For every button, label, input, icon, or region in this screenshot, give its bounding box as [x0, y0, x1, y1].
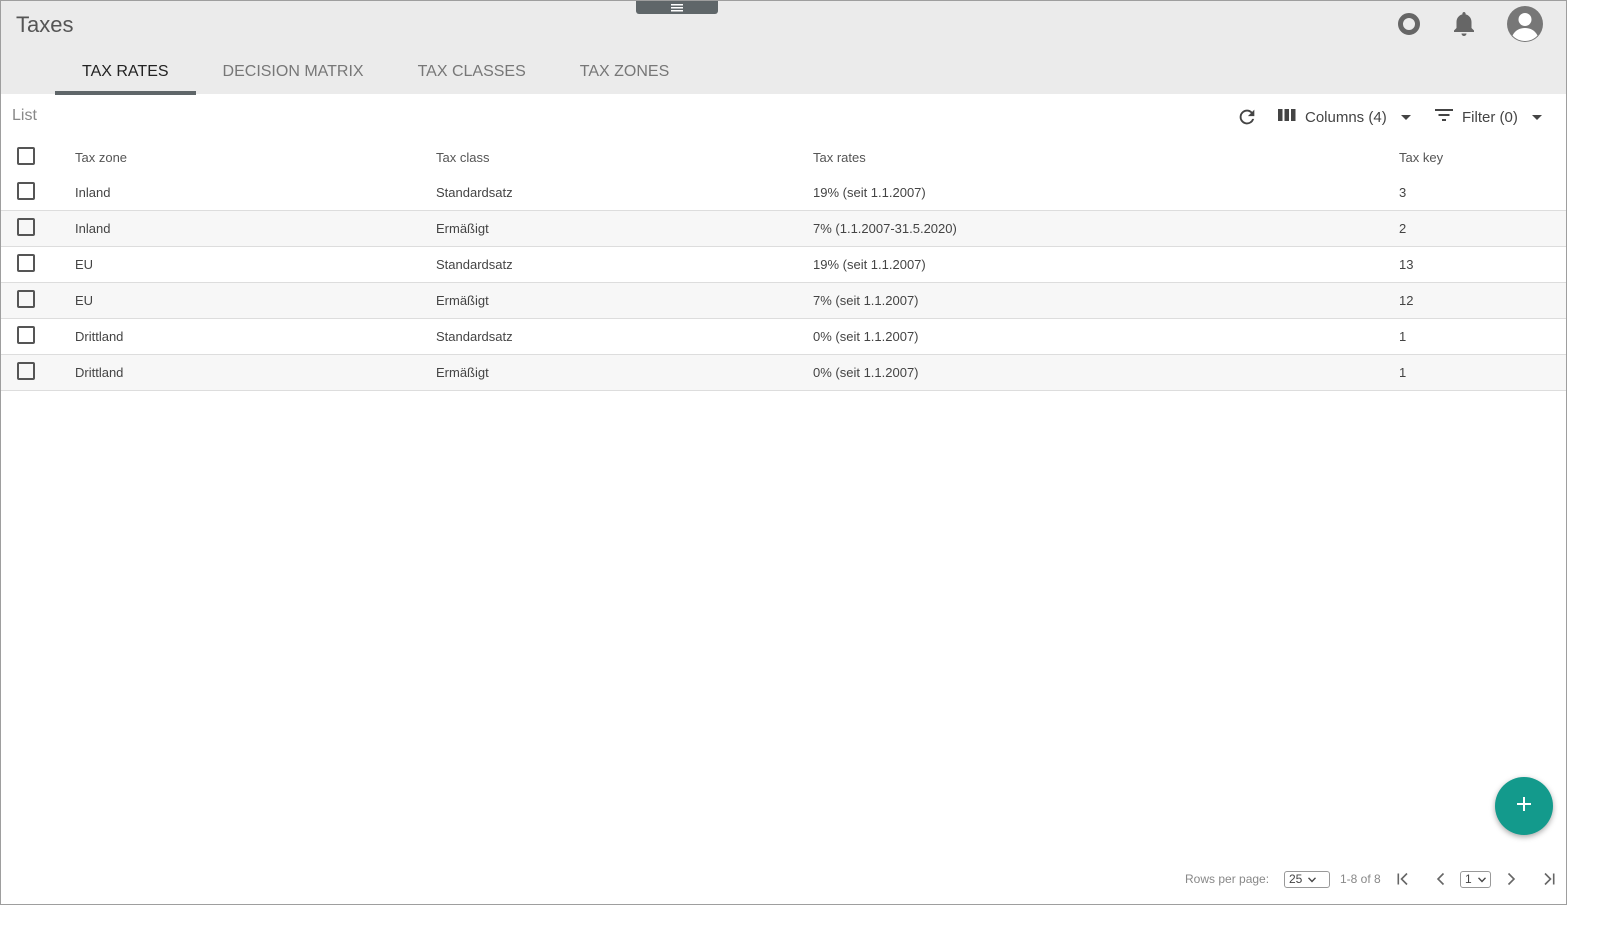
- chevron-down-icon: [1308, 872, 1317, 886]
- cell-tax-class: Ermäßigt: [436, 210, 813, 247]
- cell-tax-zone: Drittland: [75, 318, 436, 355]
- status-circle-icon[interactable]: [1394, 9, 1424, 39]
- column-header-tax-key[interactable]: Tax key: [1399, 139, 1566, 175]
- tab-tax-zones[interactable]: TAX ZONES: [553, 53, 697, 95]
- cell-tax-zone: EU: [75, 246, 436, 283]
- filter-label: Filter (0): [1462, 108, 1518, 126]
- plus-icon: [1515, 795, 1533, 818]
- cell-tax-zone: Inland: [75, 210, 436, 247]
- table-row[interactable]: Drittland Ermäßigt 0% (seit 1.1.2007) 1: [1, 354, 1566, 391]
- tax-rates-table: Tax zone Tax class Tax rates Tax key Inl…: [1, 139, 1566, 391]
- tab-decision-matrix[interactable]: DECISION MATRIX: [196, 53, 391, 95]
- next-page-icon[interactable]: [1503, 870, 1519, 888]
- select-all-checkbox[interactable]: [17, 146, 35, 165]
- cell-tax-key: 12: [1399, 282, 1566, 319]
- filter-button[interactable]: Filter (0): [1434, 104, 1542, 130]
- menu-handle[interactable]: [636, 1, 718, 14]
- cell-tax-rates: 0% (seit 1.1.2007): [813, 318, 1399, 355]
- cell-tax-key: 1: [1399, 318, 1566, 355]
- table-row[interactable]: Inland Standardsatz 19% (seit 1.1.2007) …: [1, 175, 1566, 211]
- cell-tax-class: Ermäßigt: [436, 282, 813, 319]
- row-checkbox[interactable]: [17, 182, 35, 200]
- top-bar: Taxes TAX RATES DECISION MATRIX TAX CLAS…: [1, 1, 1566, 95]
- row-checkbox[interactable]: [17, 254, 35, 272]
- column-header-tax-rates[interactable]: Tax rates: [813, 139, 1399, 175]
- column-header-tax-zone[interactable]: Tax zone: [75, 139, 436, 175]
- chevron-down-icon: [1531, 114, 1542, 120]
- cell-tax-key: 13: [1399, 246, 1566, 283]
- bell-icon[interactable]: [1449, 9, 1479, 39]
- cell-tax-zone: Inland: [75, 175, 436, 211]
- cell-tax-rates: 19% (seit 1.1.2007): [813, 246, 1399, 283]
- cell-tax-class: Standardsatz: [436, 175, 813, 211]
- refresh-icon[interactable]: [1236, 104, 1258, 130]
- last-page-icon[interactable]: [1541, 870, 1557, 888]
- page-title: Taxes: [16, 12, 74, 37]
- app-frame: [0, 0, 1567, 905]
- cell-tax-zone: EU: [75, 282, 436, 319]
- table-row[interactable]: Drittland Standardsatz 0% (seit 1.1.2007…: [1, 318, 1566, 355]
- cell-tax-key: 1: [1399, 354, 1566, 391]
- chevron-down-icon: [1477, 872, 1486, 886]
- add-button[interactable]: [1495, 777, 1553, 835]
- avatar-icon[interactable]: [1506, 5, 1544, 43]
- cell-tax-rates: 0% (seit 1.1.2007): [813, 354, 1399, 391]
- cell-tax-class: Standardsatz: [436, 246, 813, 283]
- columns-button[interactable]: Columns (4): [1277, 104, 1411, 130]
- rows-per-page-label: Rows per page:: [1185, 872, 1270, 886]
- table-header-row: Tax zone Tax class Tax rates Tax key: [1, 139, 1566, 175]
- tab-bar: TAX RATES DECISION MATRIX TAX CLASSES TA…: [55, 53, 696, 95]
- cell-tax-rates: 19% (seit 1.1.2007): [813, 175, 1399, 211]
- list-label: List: [12, 107, 37, 124]
- tab-tax-classes[interactable]: TAX CLASSES: [391, 53, 553, 95]
- table-row[interactable]: EU Ermäßigt 7% (seit 1.1.2007) 12: [1, 282, 1566, 319]
- row-checkbox[interactable]: [17, 362, 35, 380]
- page-select[interactable]: 1: [1460, 869, 1491, 889]
- row-checkbox[interactable]: [17, 218, 35, 236]
- cell-tax-class: Standardsatz: [436, 318, 813, 355]
- chevron-down-icon: [1400, 114, 1411, 120]
- cell-tax-rates: 7% (1.1.2007-31.5.2020): [813, 210, 1399, 247]
- tab-tax-rates[interactable]: TAX RATES: [55, 53, 196, 95]
- cell-tax-key: 3: [1399, 175, 1566, 211]
- column-header-tax-class[interactable]: Tax class: [436, 139, 813, 175]
- row-checkbox[interactable]: [17, 290, 35, 308]
- previous-page-icon[interactable]: [1433, 870, 1449, 888]
- columns-icon: [1277, 107, 1297, 127]
- table-row[interactable]: EU Standardsatz 19% (seit 1.1.2007) 13: [1, 246, 1566, 283]
- row-checkbox[interactable]: [17, 326, 35, 344]
- columns-label: Columns (4): [1305, 108, 1387, 126]
- rows-per-page-select[interactable]: 25: [1284, 869, 1330, 889]
- cell-tax-zone: Drittland: [75, 354, 436, 391]
- table-row[interactable]: Inland Ermäßigt 7% (1.1.2007-31.5.2020) …: [1, 210, 1566, 247]
- menu-handle-icon: [671, 0, 683, 17]
- rows-per-page-value: 25: [1289, 872, 1303, 886]
- cell-tax-key: 2: [1399, 210, 1566, 247]
- filter-icon: [1434, 107, 1454, 127]
- page-value: 1: [1465, 872, 1472, 886]
- first-page-icon[interactable]: [1395, 870, 1411, 888]
- cell-tax-class: Ermäßigt: [436, 354, 813, 391]
- pagination-range: 1-8 of 8: [1340, 872, 1381, 886]
- cell-tax-rates: 7% (seit 1.1.2007): [813, 282, 1399, 319]
